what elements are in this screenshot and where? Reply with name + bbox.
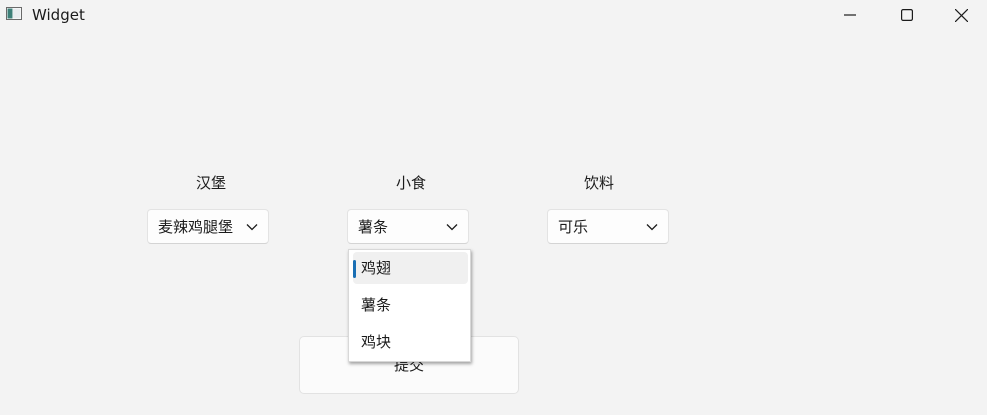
burger-combobox[interactable]: 麦辣鸡腿堡 [147, 209, 269, 244]
snack-combobox[interactable]: 薯条 [347, 209, 469, 244]
dropdown-item-chicken-wings[interactable]: 鸡翅 [353, 252, 468, 284]
title-bar: Widget [0, 0, 987, 30]
close-icon [954, 8, 968, 22]
selection-indicator [353, 260, 356, 278]
minimize-button[interactable] [821, 0, 878, 30]
dropdown-item-fries[interactable]: 薯条 [353, 289, 468, 321]
maximize-button[interactable] [878, 0, 935, 30]
snack-combobox-value: 薯条 [358, 218, 389, 236]
drink-combobox-value: 可乐 [558, 218, 589, 236]
minimize-icon [843, 14, 856, 16]
dropdown-item-label: 鸡翅 [361, 259, 392, 277]
chevron-down-icon [446, 224, 458, 231]
dropdown-item-nuggets[interactable]: 鸡块 [353, 326, 468, 358]
app-window-icon [6, 7, 22, 20]
chevron-down-icon [646, 224, 658, 231]
dropdown-item-label: 鸡块 [361, 333, 392, 351]
burger-combobox-value: 麦辣鸡腿堡 [158, 218, 234, 236]
snack-label: 小食 [395, 174, 426, 192]
burger-label: 汉堡 [195, 174, 226, 192]
drink-combobox[interactable]: 可乐 [547, 209, 669, 244]
dropdown-item-label: 薯条 [361, 296, 392, 314]
snack-dropdown-list: 鸡翅 薯条 鸡块 [348, 249, 471, 362]
maximize-icon [900, 9, 913, 21]
chevron-down-icon [246, 224, 258, 231]
close-button[interactable] [935, 0, 987, 30]
window-title: Widget [32, 6, 85, 24]
drink-label: 饮料 [583, 174, 614, 192]
